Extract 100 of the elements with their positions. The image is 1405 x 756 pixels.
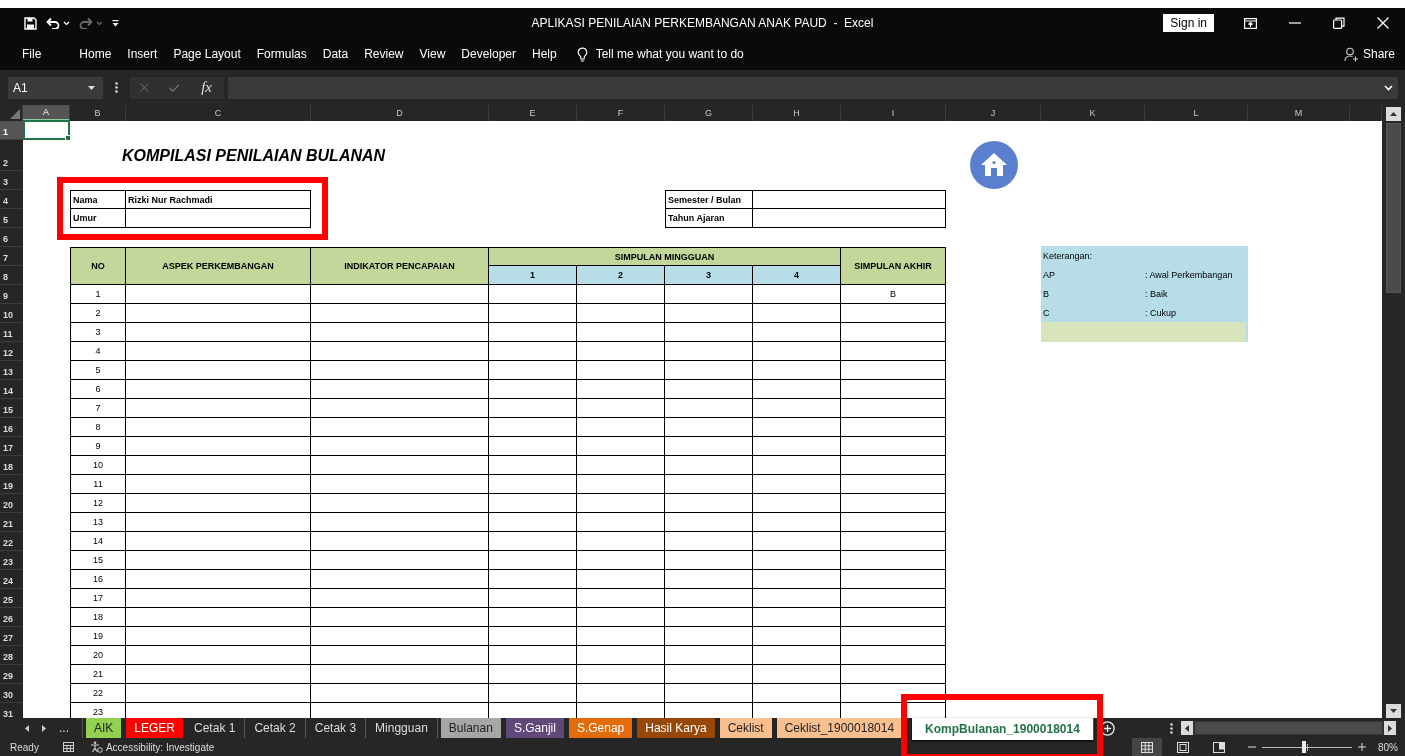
row-header[interactable]: 18 — [0, 456, 23, 475]
column-header[interactable]: G — [665, 105, 753, 121]
undo-icon[interactable] — [46, 17, 60, 29]
menu-tab[interactable]: Help — [524, 47, 565, 61]
ribbon-display-icon[interactable] — [1244, 17, 1257, 29]
row-header[interactable]: 10 — [0, 304, 23, 323]
sheet-tab[interactable]: Ceklist_1900018014 — [776, 718, 903, 738]
scroll-down-button[interactable] — [1386, 704, 1401, 718]
row-header[interactable]: 3 — [0, 171, 23, 190]
menu-tab[interactable]: Data — [314, 47, 357, 61]
lightbulb-icon[interactable] — [576, 46, 588, 62]
customize-icon[interactable] — [112, 19, 119, 27]
select-all-icon[interactable] — [10, 109, 20, 119]
row-header[interactable]: 2 — [0, 140, 23, 171]
row-header[interactable]: 28 — [0, 646, 23, 665]
page-layout-view-icon[interactable] — [1177, 741, 1189, 753]
formula-input[interactable] — [228, 76, 1398, 99]
new-sheet-icon[interactable] — [1100, 720, 1115, 736]
row-header[interactable]: 26 — [0, 608, 23, 627]
row-header[interactable]: 30 — [0, 684, 23, 703]
slider-thumb[interactable] — [1302, 741, 1307, 753]
column-header[interactable]: F — [577, 105, 665, 121]
sheet-tab[interactable]: Bulanan — [440, 718, 501, 738]
accessibility-button[interactable]: Accessibility: Investigate — [89, 741, 215, 753]
sheet-tab[interactable]: LEGER — [126, 718, 184, 738]
column-header[interactable]: L — [1145, 105, 1248, 121]
row-header[interactable]: 31 — [0, 703, 23, 718]
sign-in-button[interactable]: Sign in — [1163, 14, 1214, 32]
row-header[interactable]: 7 — [0, 247, 23, 266]
cancel-icon[interactable] — [140, 82, 149, 93]
menu-tab[interactable]: Page Layout — [165, 47, 249, 61]
column-header[interactable]: I — [841, 105, 946, 121]
more-options-icon[interactable] — [1170, 722, 1173, 734]
row-header[interactable]: 9 — [0, 285, 23, 304]
zoom-level[interactable]: 80% — [1378, 741, 1398, 753]
menu-tab[interactable]: Insert — [119, 47, 166, 61]
search-field[interactable]: Tell me what you want to do — [595, 47, 744, 61]
name-box[interactable]: A1 — [8, 76, 103, 99]
zoom-slider[interactable] — [1262, 741, 1352, 753]
row-header[interactable]: 20 — [0, 494, 23, 513]
more-sheets-button[interactable]: ... — [59, 721, 69, 735]
row-header[interactable]: 8 — [0, 266, 23, 285]
menu-tab[interactable]: Developer — [453, 47, 524, 61]
scroll-right-button[interactable] — [1384, 721, 1396, 735]
sheet-tab[interactable]: KompBulanan_1900018014 — [912, 718, 1094, 740]
column-header[interactable]: H — [753, 105, 841, 121]
column-header[interactable]: M — [1248, 105, 1350, 121]
row-header[interactable]: 13 — [0, 361, 23, 380]
vertical-scrollbar[interactable] — [1382, 105, 1405, 718]
column-header[interactable]: A — [23, 105, 70, 121]
row-header[interactable]: 12 — [0, 342, 23, 361]
column-header[interactable]: D — [311, 105, 489, 121]
column-header[interactable]: C — [126, 105, 311, 121]
row-header[interactable]: 15 — [0, 399, 23, 418]
row-header[interactable]: 14 — [0, 380, 23, 399]
row-header[interactable]: 21 — [0, 513, 23, 532]
zoom-in-icon[interactable] — [1358, 743, 1366, 751]
menu-tab[interactable]: Home — [71, 47, 120, 61]
menu-tab[interactable]: File — [14, 47, 50, 61]
insert-function-button[interactable]: fx — [199, 79, 214, 96]
row-header[interactable]: 5 — [0, 209, 23, 228]
restore-icon[interactable] — [1333, 17, 1345, 29]
home-icon[interactable] — [969, 141, 1018, 189]
row-header[interactable]: 27 — [0, 627, 23, 646]
row-header[interactable]: 23 — [0, 551, 23, 570]
row-header[interactable]: 25 — [0, 589, 23, 608]
menu-tab[interactable]: View — [411, 47, 454, 61]
view-button[interactable] — [1132, 738, 1162, 756]
row-header[interactable]: 1 — [0, 121, 23, 140]
row-header[interactable]: 19 — [0, 475, 23, 494]
row-header[interactable]: 29 — [0, 665, 23, 684]
more-options-icon[interactable] — [115, 82, 118, 93]
share-button[interactable]: Share — [1343, 46, 1395, 62]
row-header[interactable]: 11 — [0, 323, 23, 342]
close-icon[interactable] — [1377, 17, 1389, 29]
page-break-view-icon[interactable] — [1213, 741, 1225, 753]
row-header[interactable]: 4 — [0, 190, 23, 209]
column-header[interactable]: K — [1041, 105, 1145, 121]
sheet-tab[interactable]: AIK — [86, 718, 122, 738]
scroll-right-icon[interactable] — [42, 724, 46, 732]
row-header[interactable]: 16 — [0, 418, 23, 437]
row-header[interactable]: 22 — [0, 532, 23, 551]
row-header[interactable]: 24 — [0, 570, 23, 589]
normal-view-icon[interactable] — [1141, 741, 1153, 753]
scroll-up-button[interactable] — [1386, 107, 1401, 121]
column-header[interactable]: E — [489, 105, 577, 121]
enter-icon[interactable] — [168, 82, 180, 93]
zoom-out-icon[interactable] — [1248, 743, 1256, 751]
row-header[interactable]: 17 — [0, 437, 23, 456]
save-icon[interactable] — [24, 16, 37, 30]
row-header[interactable]: 6 — [0, 228, 23, 247]
menu-tab[interactable]: Review — [356, 47, 412, 61]
sheet-tab[interactable]: Hasil Karya — [637, 718, 715, 738]
sheet-tab[interactable]: S.Ganjil — [505, 718, 564, 738]
scroll-left-button[interactable] — [1181, 721, 1193, 735]
scrollbar-thumb[interactable] — [1195, 722, 1382, 734]
horizontal-scrollbar[interactable] — [1181, 721, 1396, 735]
menu-tab[interactable]: Formulas — [248, 47, 315, 61]
column-header[interactable]: J — [946, 105, 1041, 121]
column-header[interactable]: B — [70, 105, 126, 121]
